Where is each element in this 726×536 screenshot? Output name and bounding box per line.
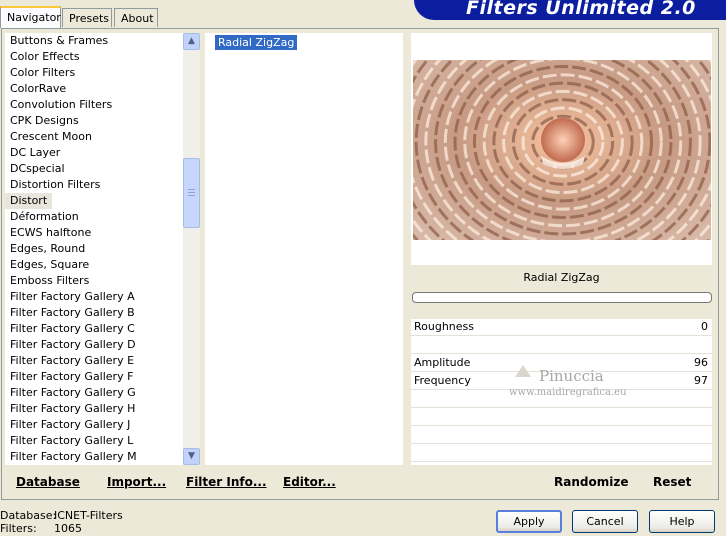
category-item[interactable]: Filter Factory Gallery B — [5, 305, 183, 321]
param-name: Amplitude — [414, 356, 471, 369]
category-item[interactable]: Filter Factory Gallery C — [5, 321, 183, 337]
param-empty — [411, 409, 712, 426]
param-value: 96 — [694, 356, 708, 369]
category-item[interactable]: DC Layer — [5, 145, 183, 161]
category-item[interactable]: ColorRave — [5, 81, 183, 97]
scroll-thumb[interactable] — [183, 158, 200, 228]
category-item[interactable]: Filter Factory Gallery D — [5, 337, 183, 353]
category-item[interactable]: Edges, Square — [5, 257, 183, 273]
filter-list[interactable]: Radial ZigZag — [205, 33, 403, 465]
preview-image — [413, 60, 711, 240]
category-item[interactable]: Filter Factory Gallery A — [5, 289, 183, 305]
param-empty — [411, 427, 712, 444]
category-item[interactable]: Buttons & Frames — [5, 33, 183, 49]
watermark-url: www.maidiregrafica.eu — [509, 387, 627, 398]
status-label: Filters: — [0, 522, 37, 535]
category-item[interactable]: Color Filters — [5, 65, 183, 81]
status-value: ICNET-Filters — [54, 509, 123, 522]
category-item[interactable]: Filter Factory Gallery F — [5, 369, 183, 385]
category-item[interactable]: Filter Factory Gallery M — [5, 449, 183, 465]
app-title: Filters Unlimited 2.0 — [466, 0, 696, 19]
category-item[interactable]: Filter Factory Gallery J — [5, 417, 183, 433]
category-item[interactable]: Filter Factory Gallery L — [5, 433, 183, 449]
cancel-button[interactable]: Cancel — [572, 510, 638, 533]
status-value: 1065 — [54, 522, 82, 535]
reset-button[interactable]: Reset — [653, 475, 691, 489]
param-value: 0 — [701, 320, 708, 333]
watermark-title: Pinuccia — [539, 367, 604, 385]
param-empty — [411, 445, 712, 462]
param-name: Frequency — [414, 374, 471, 387]
category-item[interactable]: DCspecial — [5, 161, 183, 177]
category-item[interactable]: ECWS halftone — [5, 225, 183, 241]
filter-item[interactable]: Radial ZigZag — [215, 35, 298, 50]
tab-navigator[interactable]: Navigator — [0, 6, 61, 28]
category-item[interactable]: Convolution Filters — [5, 97, 183, 113]
category-item[interactable]: Color Effects — [5, 49, 183, 65]
watermark-icon — [515, 365, 531, 377]
main-panel: Buttons & Frames Color Effects Color Filte… — [1, 28, 719, 500]
category-list[interactable]: Buttons & Frames Color Effects Color Filte… — [5, 33, 183, 465]
tab-presets[interactable]: Presets — [62, 8, 112, 27]
category-item[interactable]: Filter Factory Gallery E — [5, 353, 183, 369]
parameter-list: Roughness 0 Amplitude 96 Frequency 97 Pi… — [411, 319, 712, 465]
category-item[interactable]: Déformation — [5, 209, 183, 225]
param-roughness[interactable]: Roughness 0 — [411, 319, 712, 336]
category-item[interactable]: Filter Factory Gallery H — [5, 401, 183, 417]
database-button[interactable]: Database — [16, 475, 80, 489]
randomize-button[interactable]: Randomize — [554, 475, 628, 489]
tab-about[interactable]: About — [114, 8, 158, 27]
status-label: Database: — [0, 509, 57, 522]
scroll-up-button[interactable]: ▲ — [183, 33, 200, 50]
category-item[interactable]: Edges, Round — [5, 241, 183, 257]
filter-name-label: Radial ZigZag — [523, 271, 600, 284]
category-scrollbar[interactable]: ▲ ▼ — [183, 33, 200, 465]
status-filters: Filters: 1065 — [0, 522, 82, 535]
import-button[interactable]: Import... — [107, 475, 166, 489]
status-database: Database: ICNET-Filters — [0, 509, 123, 522]
app-banner: Filters Unlimited 2.0 — [414, 0, 726, 20]
editor-button[interactable]: Editor... — [283, 475, 336, 489]
category-item[interactable]: CPK Designs — [5, 113, 183, 129]
filter-name-bar: Radial ZigZag — [411, 265, 712, 293]
help-button[interactable]: Help — [649, 510, 715, 533]
param-empty — [411, 337, 712, 354]
param-value: 97 — [694, 374, 708, 387]
param-name: Roughness — [414, 320, 475, 333]
category-item[interactable]: Distort — [5, 193, 53, 209]
apply-button[interactable]: Apply — [496, 510, 562, 533]
filter-info-button[interactable]: Filter Info... — [186, 475, 267, 489]
scroll-down-button[interactable]: ▼ — [183, 448, 200, 465]
category-item[interactable]: Filter Factory Gallery G — [5, 385, 183, 401]
progress-bar — [412, 292, 712, 303]
category-item[interactable]: Emboss Filters — [5, 273, 183, 289]
category-item[interactable]: Crescent Moon — [5, 129, 183, 145]
category-item[interactable]: Distortion Filters — [5, 177, 183, 193]
